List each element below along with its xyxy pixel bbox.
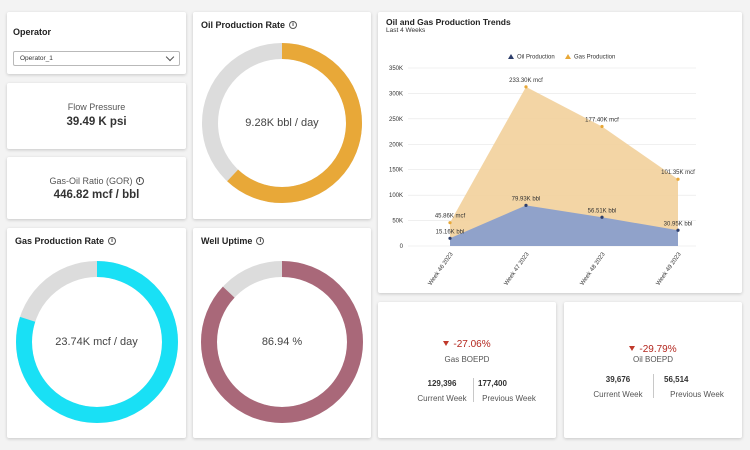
operator-label: Operator (13, 27, 52, 37)
gor-label-row: Gas-Oil Ratio (GOR) i (7, 176, 186, 186)
data-point (448, 221, 452, 225)
gas-boepd-previous-label: Previous Week (482, 394, 536, 403)
uptime-donut (201, 261, 363, 423)
gas-boepd-delta: -27.06% (453, 339, 491, 350)
gor-label: Gas-Oil Ratio (GOR) (49, 176, 133, 186)
data-point (524, 85, 528, 89)
oil-boepd-delta: -29.79% (639, 344, 677, 355)
info-icon[interactable]: i (135, 177, 144, 185)
oil-boepd-current-value: 39,676 (605, 375, 631, 384)
flow-pressure-value: 39.49 K psi (66, 116, 127, 128)
down-arrow-icon (443, 341, 450, 346)
oil-boepd-label: Oil BOEPD (632, 355, 673, 364)
gas-boepd-previous: 177,400 Previous Week (466, 379, 552, 403)
operator-select[interactable]: Operator_1 (13, 51, 180, 66)
y-tick-label: 150K (389, 168, 403, 174)
data-point (448, 236, 452, 240)
gas-rate-donut (16, 261, 178, 423)
uptime-value: 86.94 % (261, 336, 303, 348)
trends-chart: 0 50K 100K 150K 200K 250K 300K 350K Oil Producti… (389, 54, 696, 287)
data-label: 233.30K mcf (509, 78, 543, 84)
down-arrow-icon (629, 346, 636, 351)
data-point (676, 177, 680, 181)
flow-pressure-card: Flow Pressure 39.49 K psi (7, 83, 186, 149)
data-label: 177.40K mcf (585, 117, 619, 123)
legend-label: Gas Production (574, 55, 615, 61)
y-tick-label: 0 (400, 244, 404, 250)
x-tick-label: Week 49 2023 (656, 251, 683, 287)
data-label: 30.95K bbl (664, 221, 693, 227)
data-point (600, 215, 604, 219)
operator-filter-card: Operator Operator_1 (7, 12, 186, 74)
data-point (524, 203, 528, 207)
data-label: 56.51K bbl (588, 208, 617, 214)
data-label: 45.86K mcf (435, 214, 466, 220)
y-tick-label: 50K (392, 219, 403, 225)
x-tick-label: Week 47 2023 (504, 251, 531, 287)
y-tick-label: 200K (389, 142, 403, 148)
y-tick-label: 300K (389, 91, 403, 97)
oil-boepd-previous-value: 56,514 (664, 375, 689, 384)
y-tick-label: 250K (389, 117, 403, 123)
chevron-down-icon (165, 52, 175, 62)
oil-rate-donut (202, 43, 362, 203)
oil-boepd-previous-label: Previous Week (670, 390, 724, 399)
data-point (676, 228, 680, 232)
operator-selected-value: Operator_1 (20, 55, 53, 62)
gas-boepd-card: -27.06% Gas BOEPD 129,396 Current Week 1… (378, 302, 556, 438)
gas-rate-value: 23.74K mcf / day (55, 336, 138, 348)
legend-label: Oil Production (517, 55, 555, 61)
y-tick-label: 100K (389, 193, 403, 199)
y-tick-label: 350K (389, 66, 403, 72)
oil-rate-card: Oil Production Rate i 9.28K bbl / day (193, 12, 371, 219)
oil-rate-value: 9.28K bbl / day (245, 117, 319, 129)
gor-card: Gas-Oil Ratio (GOR) i 446.82 mcf / bbl (7, 157, 186, 219)
gas-boepd-delta-row: -27.06% (378, 339, 556, 350)
oil-boepd-card: -29.79% Oil BOEPD 39,676 Current Week 56… (564, 302, 742, 438)
data-point (600, 124, 604, 129)
gor-value: 446.82 mcf / bbl (53, 189, 140, 201)
x-tick-label: Week 46 2023 (428, 251, 455, 287)
x-tick-label: Week 48 2023 (580, 251, 607, 287)
oil-boepd-current: 39,676 Current Week (578, 375, 658, 399)
flow-pressure-label: Flow Pressure (67, 102, 126, 112)
legend-marker (565, 54, 571, 59)
gas-rate-card: Gas Production Rate i 23.74K mcf / day (7, 228, 186, 438)
data-label: 15.16K bbl (436, 229, 465, 235)
oil-boepd-previous: 56,514 Previous Week (654, 375, 740, 399)
oil-boepd-current-label: Current Week (593, 390, 643, 399)
gas-boepd-previous-value: 177,400 (478, 379, 507, 388)
oil-boepd-delta-row: -29.79% (564, 344, 742, 355)
uptime-card: Well Uptime i 86.94 % (193, 228, 371, 438)
trends-card: Oil and Gas Production Trends Last 4 Wee… (378, 12, 742, 293)
legend-marker (508, 54, 514, 59)
data-label: 101.35K mcf (661, 170, 695, 176)
gas-boepd-label: Gas BOEPD (444, 355, 490, 364)
data-label: 79.93K bbl (512, 196, 541, 202)
